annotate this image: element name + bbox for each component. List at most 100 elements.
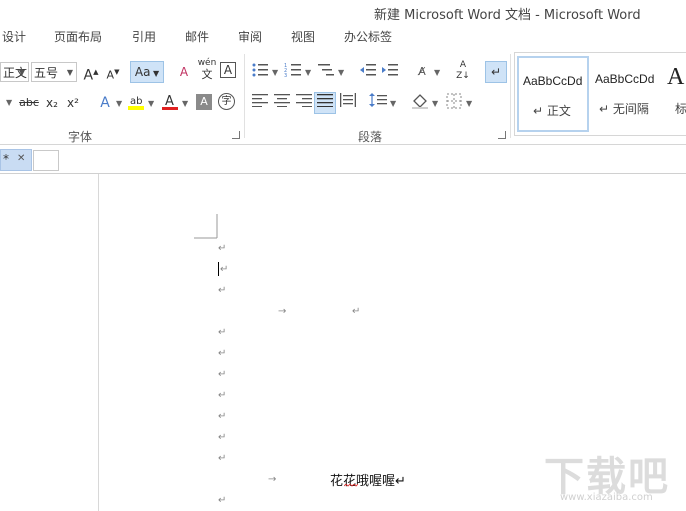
chevron-down-icon: ▼ [6,98,13,107]
window-title: 新建 Microsoft Word 文档 - Microsoft Word [374,8,641,23]
paragraph-mark: ↵ [218,285,227,296]
character-border-icon[interactable]: A [220,62,236,78]
title-bar: 新建 Microsoft Word 文档 - Microsoft Word [0,0,686,24]
multilevel-list-icon[interactable] [316,62,336,82]
font-color-a-icon: A [162,94,178,110]
font-size-value: 五号 [34,66,59,80]
paragraph-mark: ↵ [352,306,361,317]
sort-icon[interactable]: A Z↓ [453,60,473,81]
align-left-icon[interactable] [250,93,270,113]
style-no-spacing[interactable]: AaBbCcDd ↵ 无间隔 [591,56,663,132]
chevron-down-icon: ▼ [116,99,123,108]
clear-formatting-icon[interactable]: A [174,62,194,82]
distributed-icon[interactable] [338,93,358,113]
font-size-combo[interactable]: 五号 ▼ [31,62,77,82]
group-divider [244,54,245,138]
tab-view[interactable]: 视图 [291,28,315,45]
tab-page-layout[interactable]: 页面布局 [54,28,102,45]
text-effects-icon[interactable]: A [95,93,115,113]
chevron-down-icon: ▼ [305,68,312,77]
paragraph-mark: ↵ [218,327,227,338]
tab-office-tabs[interactable]: 办公标签 [344,28,392,45]
paragraph-mark: ↵ [218,432,227,443]
unsaved-marker: * [3,152,9,166]
tab-review[interactable]: 审阅 [238,28,262,45]
font-group-label: 字体 [68,130,93,144]
svg-text:A: A [165,94,174,109]
tab-design[interactable]: 设计 [2,28,26,45]
chevron-down-icon: ▼ [148,99,155,108]
paragraph-mark: ↵ [218,348,227,359]
font-color-icon[interactable]: A [160,93,180,113]
line-spacing-icon[interactable] [368,93,388,113]
highlight-color-icon[interactable]: ab [126,93,146,113]
phonetic-label: wén [197,58,217,68]
align-right-icon[interactable] [294,93,314,113]
paragraph-mark: ↵ [218,390,227,401]
align-center-icon[interactable] [272,93,292,113]
paragraph-dialog-launcher-icon[interactable] [498,131,506,139]
grow-font-icon[interactable]: A▲ [81,62,101,84]
group-divider [510,54,511,138]
character-shading-icon[interactable]: A [196,94,212,110]
strikethrough-button[interactable]: abc [16,93,42,113]
paragraph-mark: ↵ [218,495,227,506]
numbering-icon[interactable]: 123 [283,62,303,82]
font-name-combo[interactable]: 正文 ▼ [0,62,29,82]
phonetic-char: 文 [201,68,213,81]
style-name: ↵ 正文 [533,104,571,118]
subscript-label: x₂ [46,96,58,110]
styles-gallery: AaBbCcDd ↵ 正文 AaBbCcDd ↵ 无间隔 A 标 [514,52,686,136]
highlighter-icon: ab [128,96,144,110]
paragraph-mark: ↵ [218,369,227,380]
tab-references[interactable]: 引用 [132,28,156,45]
superscript-button[interactable]: x² [63,93,83,113]
paragraph-mark: ↵ [218,411,227,422]
justify-icon[interactable] [314,92,336,114]
strikethrough-label: abc [19,96,39,109]
decrease-indent-icon[interactable] [358,62,378,82]
chevron-down-icon: ▼ [18,68,25,77]
tab-mark: → [268,474,277,485]
font-dialog-launcher-icon[interactable] [232,131,240,139]
page-corner-mark [194,214,218,239]
style-sample: AaBbCcDd [523,74,583,88]
chevron-down-icon: ▼ [390,99,397,108]
document-tab-active[interactable]: * ✕ [0,149,32,171]
enclose-characters-icon[interactable]: 字 [218,93,235,110]
navigation-pane [0,174,99,511]
new-tab-button[interactable] [33,150,59,171]
phonetic-guide-button[interactable]: wén 文 [196,58,218,84]
bullets-icon[interactable] [250,62,270,82]
style-heading[interactable]: A 标 [665,56,686,132]
paragraph-mark: ↵ [218,243,227,254]
svg-text:3: 3 [284,73,287,78]
style-sample: AaBbCcDd [595,72,655,86]
change-case-label: Aa [134,65,151,79]
chevron-down-icon: ▼ [66,68,73,77]
chevron-down-icon: ▼ [432,99,439,108]
ribbon-tabs: 设计 页面布局 引用 邮件 审阅 视图 办公标签 [0,24,686,48]
watermark-logo: 下载吧 www.xiazaiba.com [544,444,682,508]
shading-icon[interactable] [410,93,430,113]
style-sample: A [667,64,685,90]
paragraph-mark: ↵ [218,453,227,464]
change-case-button[interactable]: Aa ▼ [130,61,164,83]
shrink-font-icon[interactable]: A▼ [103,62,123,82]
tab-mark: → [278,306,287,317]
tab-mailings[interactable]: 邮件 [185,28,209,45]
watermark-url: www.xiazaiba.com [560,492,653,503]
style-normal[interactable]: AaBbCcDd ↵ 正文 [517,56,589,132]
style-name: 标 [675,102,686,116]
increase-indent-icon[interactable] [380,62,400,82]
document-text-line[interactable]: 花花哦喔喔↵ [330,470,406,489]
ribbon: 正文 ▼ 五号 ▼ A▲ A▼ Aa ▼ A wén 文 A ▼ abc x₂ … [0,48,686,145]
chinese-layout-icon[interactable]: A̸ [412,62,432,82]
show-hide-marks-icon[interactable]: ↵ [485,61,507,83]
close-icon[interactable]: ✕ [17,153,25,164]
spellcheck-underline [344,484,358,487]
subscript-button[interactable]: x₂ [42,93,62,113]
borders-icon[interactable] [444,93,464,113]
document-tabs-bar: * ✕ [0,145,686,174]
chevron-down-icon: ▼ [182,99,189,108]
